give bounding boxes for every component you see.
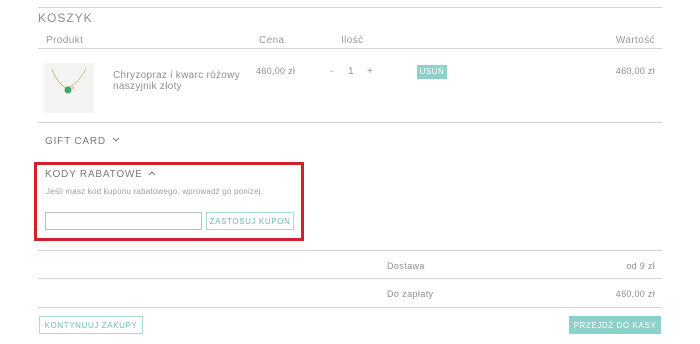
gift-card-label: GIFT CARD [45,136,106,147]
product-line-value: 460,00 zł [615,66,655,76]
continue-shopping-button[interactable]: KONTYNUUJ ZAKUPY [39,316,143,334]
discount-codes-toggle[interactable]: KODY RABATOWE [45,169,156,180]
shipping-label: Dostawa [387,261,425,271]
discount-hint: Jeśli masz kod kuponu rabatowego, wprowa… [46,187,264,196]
necklace-image [51,68,87,94]
discount-codes-label: KODY RABATOWE [45,169,143,180]
header-divider [38,48,662,49]
remove-item-button[interactable]: USUŃ [417,65,447,79]
gift-card-toggle[interactable]: GIFT CARD [45,136,120,147]
chevron-up-icon [148,171,156,176]
column-header-value: Wartość [615,35,655,46]
column-header-price: Cena [259,35,285,46]
page-title: KOSZYK [38,11,93,25]
product-price: 460,00 zł [256,66,296,76]
apply-coupon-button[interactable]: ZASTOSUJ KUPON [206,212,294,230]
quantity-decrease-button[interactable]: - [330,66,333,77]
summary-top-divider [38,250,662,251]
quantity-value: 1 [348,66,354,77]
summary-bottom-divider [38,307,662,308]
column-header-product: Produkt [46,35,84,46]
product-thumbnail[interactable] [44,63,94,113]
coupon-code-input[interactable] [45,212,202,230]
product-name[interactable]: Chryzopraz i kwarc różowy naszyjnik złot… [113,70,243,92]
items-divider [38,122,662,123]
column-header-quantity: Ilość [341,35,364,46]
total-value: 460,00 zł [615,289,655,299]
total-label: Do zapłaty [387,289,434,299]
shipping-value: od 9 zł [626,261,655,271]
quantity-increase-button[interactable]: + [367,66,373,77]
summary-middle-divider [38,278,662,279]
chevron-down-icon [112,137,119,142]
checkout-button[interactable]: PRZEJDŹ DO KASY [569,316,661,334]
top-divider [38,7,662,8]
